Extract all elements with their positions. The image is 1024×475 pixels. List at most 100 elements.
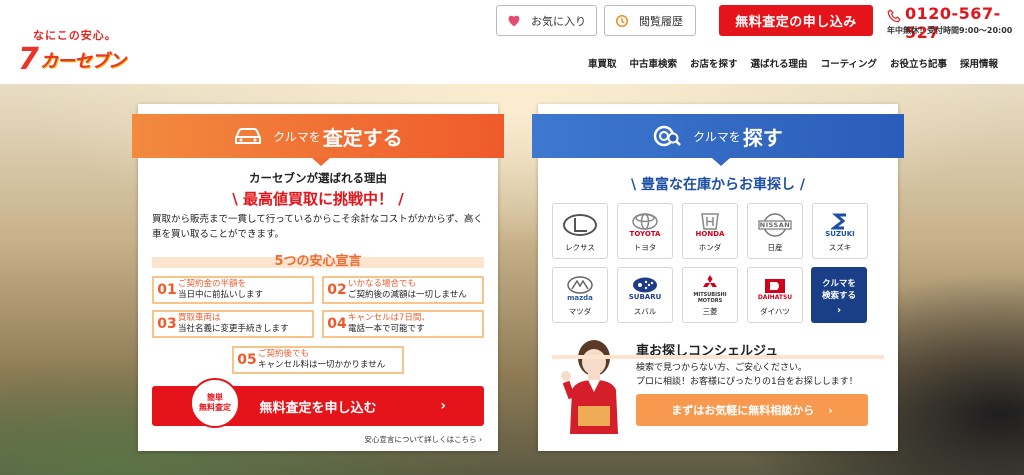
toyota-logo-icon: TOYOTA <box>618 209 672 241</box>
apply-assessment-label: 無料査定を申し込む <box>259 400 377 416</box>
site-header: なにこの安心。 7 カーセブン お気に入り 閲覧履歴 無料査定の申し込み 012… <box>0 0 1024 84</box>
maker-mazda[interactable]: mazda マツダ <box>552 267 608 323</box>
promise-number: 03 <box>157 316 177 332</box>
promise-number: 05 <box>237 352 257 368</box>
free-assessment-button[interactable]: 無料査定の申し込み <box>719 5 873 36</box>
business-hours: 年中無休！受付時間9:00〜20:00 <box>887 26 1013 35</box>
subaru-wordmark: SUBARU <box>628 293 662 301</box>
maker-name: ダイハツ <box>760 307 790 316</box>
mitsubishi-wordmark: MITSUBISHI MOTORS <box>693 292 727 304</box>
daihatsu-logo-icon: DAIHATSU <box>748 273 802 305</box>
promise-item: 02 いかなる場合でも ご契約後の減額は一切しません <box>322 276 484 304</box>
chevron-right-icon: › <box>836 305 842 316</box>
nav-item-find-store[interactable]: お店を探す <box>690 56 738 70</box>
lexus-logo-icon <box>553 209 607 241</box>
maker-name: マツダ <box>568 307 592 316</box>
honda-logo-icon: HONDA <box>683 209 737 241</box>
maker-lexus[interactable]: レクサス <box>552 203 608 259</box>
favorites-label: お気に入り <box>531 14 586 28</box>
sell-tab-title: 査定する <box>322 125 403 150</box>
history-button[interactable]: 閲覧履歴 <box>604 5 696 36</box>
nav-item-reasons[interactable]: 選ばれる理由 <box>751 56 808 70</box>
phone-number[interactable]: 0120-567-527 <box>905 4 1024 42</box>
car-icon <box>235 128 262 144</box>
site-logo[interactable]: 7 カーセブン <box>18 42 138 77</box>
promise-line1: 買取車両は <box>178 313 221 323</box>
badge-line2: 無料査定 <box>199 403 231 412</box>
maker-name: 日産 <box>767 243 783 252</box>
concierge-line2: プロに相談！お客様にぴったりの1台をお探しします！ <box>636 377 858 387</box>
toyota-wordmark: TOYOTA <box>629 229 661 238</box>
find-tab-small: クルマを <box>693 129 741 144</box>
find-card: クルマを 探す \ 豊富な在庫からお車探し / レクサス TOYOTA トヨタ … <box>532 104 904 451</box>
nissan-logo-icon: NISSAN <box>748 209 802 241</box>
maker-name: ホンダ <box>698 243 722 252</box>
promise-item: 01 ご契約金の半額を 当日中に前払いします <box>152 276 314 304</box>
promise-number: 02 <box>327 282 347 298</box>
mazda-wordmark: mazda <box>567 294 593 302</box>
easy-free-badge: 簡単 無料査定 <box>190 378 240 428</box>
maker-suzuki[interactable]: SUZUKI スズキ <box>812 203 868 259</box>
promise-line2: キャンセル料は一切かかりません <box>258 360 386 370</box>
favorites-button[interactable]: お気に入り <box>496 5 597 36</box>
maker-nissan[interactable]: NISSAN 日産 <box>747 203 803 259</box>
maker-mitsubishi[interactable]: MITSUBISHI MOTORS 三菱 <box>682 267 738 323</box>
nav-item-buy[interactable]: 車買取 <box>588 56 617 70</box>
promise-details-link[interactable]: 安心宣言について詳しくはこちら › <box>364 434 482 445</box>
sell-description: 買取から販売まで一貫して行っているからこそ余計なコストがかからず、高く車を買い取… <box>152 214 483 240</box>
heart-icon <box>508 15 520 27</box>
tire-search-icon <box>653 125 682 147</box>
stock-heading: \ 豊富な在庫からお車探し / <box>631 177 805 193</box>
find-tab: クルマを 探す <box>532 114 904 166</box>
concierge-description: 検索で見つからない方、ご安心ください。 プロに相談！お客様にぴったりの1台をお探… <box>636 361 886 389</box>
maker-name: トヨタ <box>633 243 657 252</box>
history-icon <box>616 14 628 27</box>
promise-line1: ご契約後でも <box>258 349 310 359</box>
maker-subaru[interactable]: SUBARU スバル <box>617 267 673 323</box>
suzuki-wordmark: SUZUKI <box>825 229 855 238</box>
concierge-line1: 検索で見つからない方、ご安心ください。 <box>636 363 808 373</box>
promise-title: 5つの安心宣言 <box>152 250 484 269</box>
promise-line1: ご契約金の半額を <box>178 279 247 289</box>
sell-tab-small: クルマを <box>273 129 321 144</box>
concierge-underline <box>552 355 884 359</box>
promise-line2: ご契約後の減額は一切しません <box>348 290 467 300</box>
maker-honda[interactable]: HONDA ホンダ <box>682 203 738 259</box>
promise-item: 04 キャンセルは7日間、 電話一本で可能です <box>322 310 484 338</box>
promise-line1: キャンセルは7日間、 <box>348 313 430 323</box>
chevron-right-icon: › <box>828 403 833 417</box>
nav-item-used-car-search[interactable]: 中古車検索 <box>630 56 678 70</box>
search-all-line2: 検索する <box>821 291 856 301</box>
maker-daihatsu[interactable]: DAIHATSU ダイハツ <box>747 267 803 323</box>
nissan-wordmark: NISSAN <box>759 221 791 229</box>
maker-name: スズキ <box>828 243 852 252</box>
nav-item-articles[interactable]: お役立ち記事 <box>890 56 947 70</box>
promise-line2: 当日中に前払いします <box>178 290 264 300</box>
subaru-logo-icon: SUBARU <box>618 273 672 305</box>
promise-line2: 電話一本で可能です <box>348 324 425 334</box>
maker-name: 三菱 <box>702 307 718 316</box>
promise-item: 05 ご契約後でも キャンセル料は一切かかりません <box>232 346 404 374</box>
concierge-avatar <box>561 340 618 434</box>
free-consultation-label: まずはお気軽に無料相談から <box>671 404 815 417</box>
maker-name: スバル <box>633 307 657 316</box>
nav-item-recruit[interactable]: 採用情報 <box>960 56 998 70</box>
phone-icon <box>887 9 901 23</box>
nav-item-coating[interactable]: コーティング <box>821 56 877 70</box>
suzuki-logo-icon: SUZUKI <box>813 209 867 241</box>
maker-toyota[interactable]: TOYOTA トヨタ <box>617 203 673 259</box>
daihatsu-wordmark: DAIHATSU <box>757 293 793 301</box>
badge-line1: 簡単 <box>207 393 223 402</box>
sell-card: クルマを 査定する カーセブンが選ばれる理由 \ 最高値買取に挑戦中！ / 買取… <box>132 104 504 451</box>
promise-item: 03 買取車両は 当社名義に変更手続きします <box>152 310 314 338</box>
search-all-line1: クルマを <box>822 279 856 289</box>
search-all-cars-button[interactable]: クルマを 検索する › <box>811 267 867 323</box>
logo-text: カーセブン <box>40 51 126 72</box>
sell-tab-arrow <box>312 158 330 166</box>
mazda-logo-icon: mazda <box>553 273 607 305</box>
promise-number: 04 <box>327 316 347 332</box>
free-consultation-button[interactable]: まずはお気軽に無料相談から › <box>636 394 868 426</box>
global-nav: 車買取 中古車検索 お店を探す 選ばれる理由 コーティング お役立ち記事 採用情… <box>588 56 998 70</box>
promise-line2: 当社名義に変更手続きします <box>178 324 289 334</box>
chevron-right-icon: › <box>440 398 446 414</box>
